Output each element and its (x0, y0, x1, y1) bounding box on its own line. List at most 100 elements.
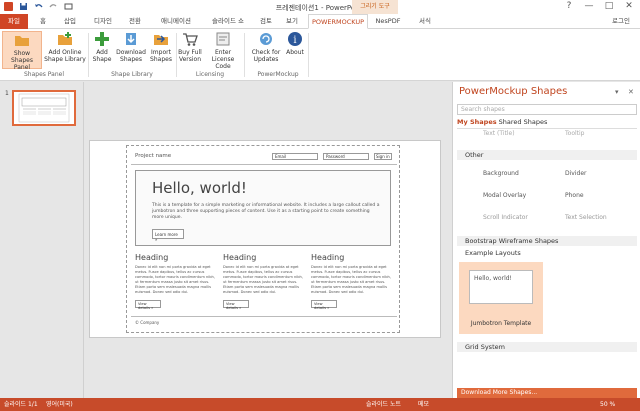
enter-license-code-button[interactable]: Enter License Code (204, 31, 242, 70)
window-title: 프레젠테이션1 - PowerPoint (275, 4, 365, 12)
status-bar: 슬라이드 1/1 영어(미국) 슬라이드 노트 메모 50 % (0, 398, 640, 411)
shape-background[interactable]: Background (483, 170, 519, 177)
jumbotron-template-label: Jumbotron Template (470, 320, 532, 327)
view-details-button-1[interactable]: View details » (135, 300, 161, 310)
footer-text: © Company (135, 320, 160, 325)
license-icon (215, 31, 231, 47)
group-label-powermockup: PowerMockup (257, 71, 299, 78)
comments-button[interactable]: 메모 (418, 398, 429, 411)
status-language[interactable]: 영어(미국) (46, 398, 73, 411)
pane-options-icon[interactable]: ▾ (615, 88, 619, 96)
signin-button[interactable]: Sign in (374, 153, 392, 160)
download-more-shapes-link[interactable]: Download More Shapes... (457, 388, 637, 398)
section-example-layouts[interactable]: Example Layouts (457, 248, 637, 258)
divider (131, 316, 397, 317)
globe-update-icon (258, 31, 274, 47)
add-online-shape-library-button[interactable]: Add Online Shape Library (44, 31, 86, 69)
email-field[interactable]: Email (272, 153, 318, 160)
hero-text: This is a template for a simple marketin… (152, 203, 380, 220)
tab-file[interactable]: 파일 (0, 14, 28, 29)
slide-thumbnail[interactable] (12, 90, 76, 126)
password-field[interactable]: Password (323, 153, 369, 160)
pane-close-icon[interactable]: ✕ (628, 88, 634, 96)
info-icon: i (287, 31, 303, 47)
shape-modal-overlay[interactable]: Modal Overlay (483, 192, 526, 199)
title-bar: 프레젠테이션1 - PowerPoint 그리기 도구 ? — □ ✕ (0, 0, 640, 14)
plus-icon (94, 31, 110, 47)
shape-divider[interactable]: Divider (565, 170, 586, 177)
slide-editor: Project name Email Password Sign in Hell… (85, 82, 451, 398)
body-1: Donec id elit non mi porta gravida at eg… (135, 265, 215, 294)
cart-icon (182, 31, 198, 47)
section-other[interactable]: Other (457, 150, 637, 160)
svg-text:i: i (293, 35, 296, 46)
tab-review[interactable]: 검토 (254, 14, 278, 29)
tab-transitions[interactable]: 전환 (122, 14, 148, 29)
divider (457, 128, 637, 129)
shape-text-selection[interactable]: Text Selection (565, 214, 607, 221)
tab-home[interactable]: 홈 (34, 14, 52, 29)
body-3: Donec id elit non mi porta gravida at eg… (311, 265, 391, 294)
zoom-level[interactable]: 50 % (600, 398, 615, 411)
download-icon (123, 31, 139, 47)
group-divider (176, 33, 177, 77)
notes-button[interactable]: 슬라이드 노트 (366, 398, 401, 411)
about-button[interactable]: i About (284, 31, 306, 69)
tab-slideshow[interactable]: 슬라이드 쇼 (204, 14, 252, 29)
pane-title: PowerMockup Shapes (459, 86, 568, 97)
show-shapes-panel-button[interactable]: Show Shapes Panel (2, 31, 42, 71)
hero-title: Hello, world! (152, 179, 247, 197)
tab-shared-shapes[interactable]: Shared Shapes (499, 118, 548, 126)
view-details-button-3[interactable]: View details » (311, 300, 337, 310)
section-grid-system[interactable]: Grid System (457, 342, 637, 352)
group-label-shape-library: Shape Library (111, 71, 153, 78)
jumbotron-box: Hello, world! This is a template for a s… (135, 170, 391, 246)
tab-animations[interactable]: 애니메이션 (152, 14, 200, 29)
close-button[interactable]: ✕ (620, 0, 638, 14)
shape-text-title[interactable]: Text (Title) (483, 130, 515, 137)
slide-thumbnails-pane: 1 (0, 82, 84, 398)
minimize-button[interactable]: — (580, 0, 598, 14)
ribbon-tabs: 파일 홈 삽입 디자인 전환 애니메이션 슬라이드 쇼 검토 보기 POWERM… (0, 14, 640, 29)
heading-2: Heading (223, 253, 257, 262)
slide-number: 1 (5, 90, 9, 97)
shape-tooltip[interactable]: Tooltip (565, 130, 584, 137)
learn-more-button[interactable]: Learn more » (152, 229, 184, 242)
shape-jumbotron-template[interactable]: Hello, world! Jumbotron Template (459, 262, 543, 334)
check-for-updates-button[interactable]: Check for Updates (248, 31, 284, 69)
tab-nespdf[interactable]: NesPDF (370, 14, 406, 29)
search-shapes-input[interactable]: Search shapes (457, 104, 637, 115)
shape-scroll-indicator[interactable]: Scroll Indicator (483, 214, 528, 221)
buy-full-version-button[interactable]: Buy Full Version (178, 31, 202, 69)
jumbotron-wireframe-group[interactable]: Project name Email Password Sign in Hell… (126, 145, 400, 333)
group-label-licensing: Licensing (195, 71, 225, 78)
import-shapes-button[interactable]: Import Shapes (148, 31, 174, 69)
heading-3: Heading (311, 253, 345, 262)
jumbotron-preview-text: Hello, world! (474, 275, 512, 282)
shape-phone[interactable]: Phone (565, 192, 584, 199)
slide-canvas[interactable]: Project name Email Password Sign in Hell… (89, 140, 441, 338)
tab-format[interactable]: 서식 (410, 14, 440, 29)
context-tab-group-label: 그리기 도구 (352, 0, 398, 14)
folder-icon (14, 32, 30, 48)
status-slide-count: 슬라이드 1/1 (4, 401, 38, 408)
group-divider (88, 33, 89, 77)
tab-my-shapes[interactable]: My Shapes (457, 118, 497, 126)
tab-design[interactable]: 디자인 (86, 14, 120, 29)
section-bootstrap[interactable]: Bootstrap Wireframe Shapes (457, 236, 637, 246)
folder-add-icon (57, 31, 73, 47)
view-details-button-2[interactable]: View details » (223, 300, 249, 310)
group-divider (244, 33, 245, 77)
tab-view[interactable]: 보기 (280, 14, 304, 29)
maximize-button[interactable]: □ (600, 0, 618, 14)
import-icon (153, 31, 169, 47)
download-shapes-button[interactable]: Download Shapes (116, 31, 146, 69)
help-button[interactable]: ? (560, 0, 578, 14)
group-divider (308, 33, 309, 77)
tab-powermockup[interactable]: POWERMOCKUP (308, 14, 368, 29)
sign-in-link[interactable]: 로그인 (606, 14, 636, 29)
add-shape-button[interactable]: Add Shape (90, 31, 114, 69)
tab-insert[interactable]: 삽입 (58, 14, 82, 29)
heading-1: Heading (135, 253, 169, 262)
jumbotron-preview: Hello, world! (469, 270, 533, 304)
